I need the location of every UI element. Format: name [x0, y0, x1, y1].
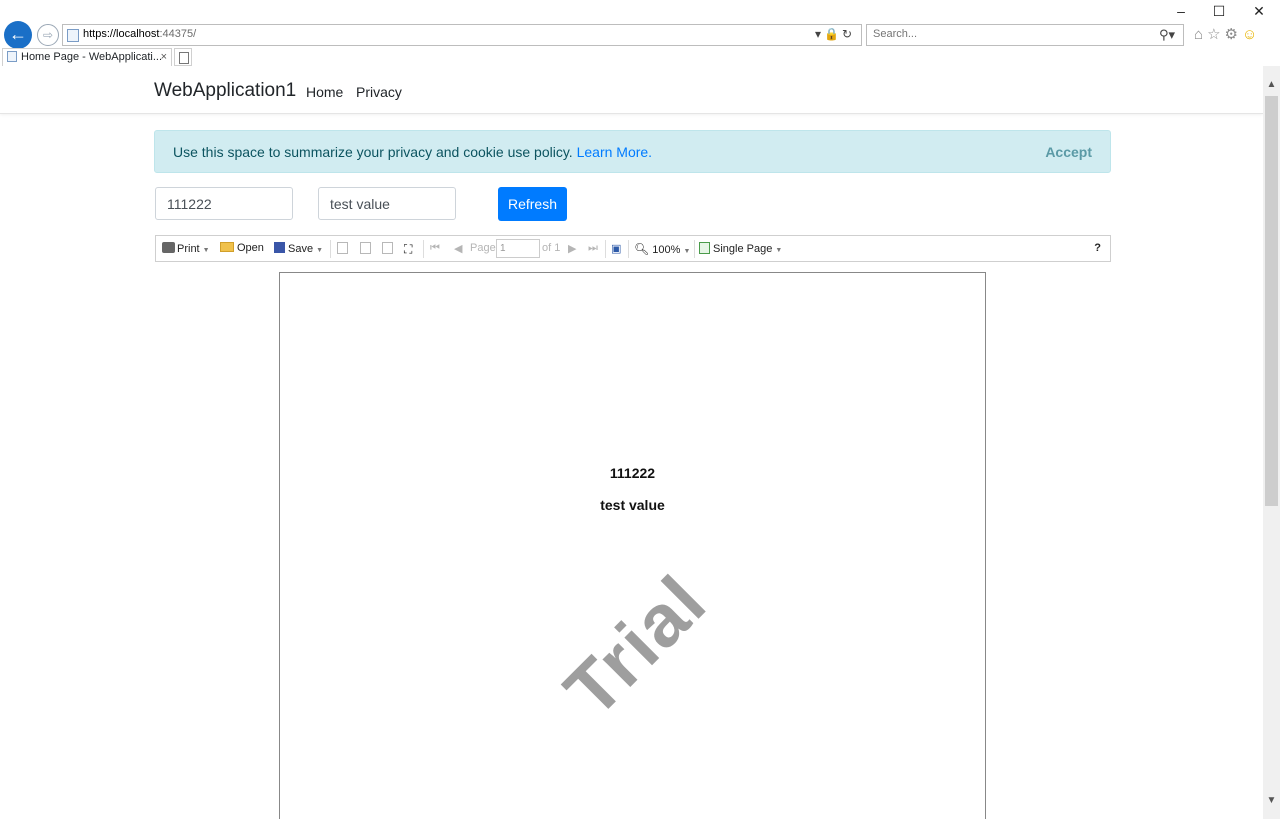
page-viewport: WebApplication1 Home Privacy Use this sp…	[0, 66, 1263, 819]
favorites-star-icon[interactable]: ☆	[1207, 26, 1224, 43]
cookie-text: Use this space to summarize your privacy…	[173, 144, 652, 160]
full-screen-icon[interactable]: ▣	[611, 242, 621, 255]
chevron-down-icon: ▼	[316, 247, 324, 254]
address-port: :44375/	[159, 28, 197, 40]
address-host: https://localhost	[83, 28, 160, 40]
folder-open-icon	[220, 242, 234, 252]
back-arrow-icon[interactable]: ←	[4, 21, 32, 49]
window-titlebar: – ☐ ✕	[0, 0, 1280, 22]
dropdown-caret-icon[interactable]: ▾	[815, 27, 824, 41]
cookie-consent-banner: Use this space to summarize your privacy…	[154, 130, 1111, 173]
trial-watermark: Trial	[548, 559, 723, 733]
tab-strip: Home Page - WebApplicati... ×	[0, 48, 1280, 66]
accept-cookies-button[interactable]: Accept	[1045, 144, 1092, 160]
forward-arrow-icon[interactable]: ⇨	[37, 24, 59, 46]
new-tab-button[interactable]	[174, 48, 192, 66]
tab-home-page[interactable]: Home Page - WebApplicati... ×	[2, 48, 172, 66]
next-page-icon[interactable]: ▶	[568, 242, 576, 255]
tab-close-icon[interactable]: ×	[161, 49, 167, 65]
zoom-value: 100%	[652, 244, 681, 256]
refresh-button[interactable]: Refresh	[498, 187, 567, 221]
toolbar-divider	[694, 240, 695, 258]
home-icon[interactable]: ⌂	[1194, 26, 1207, 43]
last-page-icon[interactable]: ⏭	[588, 242, 598, 255]
magnifier-icon: 🔍︎	[634, 242, 650, 256]
report-parameter-2-text: test value	[600, 497, 665, 513]
print-button[interactable]: Print ▼	[162, 242, 210, 255]
previous-page-icon[interactable]: ◀	[454, 242, 462, 255]
zoom-dropdown[interactable]: 🔍︎ 100% ▼	[634, 242, 690, 256]
tab-title: Home Page - WebApplicati...	[21, 51, 163, 63]
save-button[interactable]: Save ▼	[274, 242, 323, 255]
nav-link-privacy[interactable]: Privacy	[356, 84, 402, 100]
view-mode-label: Single Page	[713, 243, 773, 255]
open-label: Open	[237, 242, 264, 254]
smiley-feedback-icon[interactable]: ☺	[1242, 26, 1261, 43]
help-button[interactable]: ?	[1094, 242, 1101, 254]
search-icon[interactable]: ⚲▾	[1159, 27, 1175, 43]
close-window-button[interactable]: ✕	[1244, 2, 1274, 22]
browser-search-box[interactable]: ⚲▾	[866, 24, 1184, 46]
report-page: 111222 test value Trial	[279, 272, 986, 819]
scroll-up-icon[interactable]: ▲	[1263, 76, 1280, 93]
copy-icon[interactable]	[382, 242, 393, 255]
nav-link-home[interactable]: Home	[306, 84, 343, 100]
scroll-down-icon[interactable]: ▼	[1263, 792, 1280, 809]
settings-gear-icon[interactable]: ⚙	[1225, 26, 1242, 43]
clipboard-icon[interactable]	[360, 242, 371, 255]
browser-tool-icons: ⌂☆⚙☺	[1194, 25, 1261, 43]
chevron-down-icon: ▼	[202, 247, 210, 254]
page-number-input[interactable]	[496, 239, 540, 258]
address-actions: ▾🔒↻	[815, 27, 855, 41]
printer-icon	[162, 242, 175, 253]
cookie-message: Use this space to summarize your privacy…	[173, 144, 573, 160]
lock-icon[interactable]: 🔒	[824, 27, 842, 41]
parameter-1-input[interactable]	[155, 187, 293, 220]
browser-search-input[interactable]	[873, 28, 1133, 40]
maximize-button[interactable]: ☐	[1204, 2, 1234, 22]
open-button[interactable]: Open	[220, 242, 264, 254]
page-favicon-icon	[67, 29, 79, 42]
single-page-icon	[699, 242, 710, 254]
scrollbar-thumb[interactable]	[1265, 96, 1278, 506]
learn-more-link[interactable]: Learn More.	[577, 144, 652, 160]
binoculars-find-icon[interactable]: ⛶	[404, 242, 412, 257]
page-count-label: of 1	[542, 242, 561, 254]
minimize-button[interactable]: –	[1166, 2, 1196, 22]
refresh-icon[interactable]: ↻	[842, 27, 855, 41]
first-page-icon[interactable]: ⏮	[430, 242, 440, 255]
print-label: Print	[177, 243, 200, 255]
toolbar-divider	[423, 240, 424, 258]
document-map-icon[interactable]	[337, 242, 348, 255]
browser-toolbar: ← ⇨ https://localhost:44375/ ▾🔒↻ ⚲▾ ⌂☆⚙☺	[0, 20, 1280, 49]
parameter-2-input[interactable]	[318, 187, 456, 220]
toolbar-divider	[330, 240, 331, 258]
chevron-down-icon: ▼	[775, 247, 783, 254]
save-label: Save	[288, 243, 314, 255]
brand-link[interactable]: WebApplication1	[154, 80, 296, 102]
toolbar-divider	[605, 240, 606, 258]
address-url[interactable]: https://localhost:44375/	[83, 28, 196, 40]
address-bar[interactable]: https://localhost:44375/ ▾🔒↻	[62, 24, 862, 46]
report-parameter-1-text: 111222	[609, 465, 656, 481]
page-label: Page	[470, 242, 496, 254]
vertical-scrollbar[interactable]: ▲ ▼	[1263, 66, 1280, 819]
tab-favicon-icon	[7, 51, 17, 62]
site-navbar: WebApplication1 Home Privacy	[0, 66, 1263, 114]
floppy-disk-icon	[274, 242, 285, 253]
chevron-down-icon: ▼	[683, 248, 691, 255]
view-mode-dropdown[interactable]: Single Page ▼	[699, 242, 782, 255]
report-viewer-toolbar: Print▼ Open Save▼ ⛶ ⏮ ◀ Page of 1 ▶ ⏭ ▣ …	[155, 235, 1111, 262]
toolbar-divider	[628, 240, 629, 258]
